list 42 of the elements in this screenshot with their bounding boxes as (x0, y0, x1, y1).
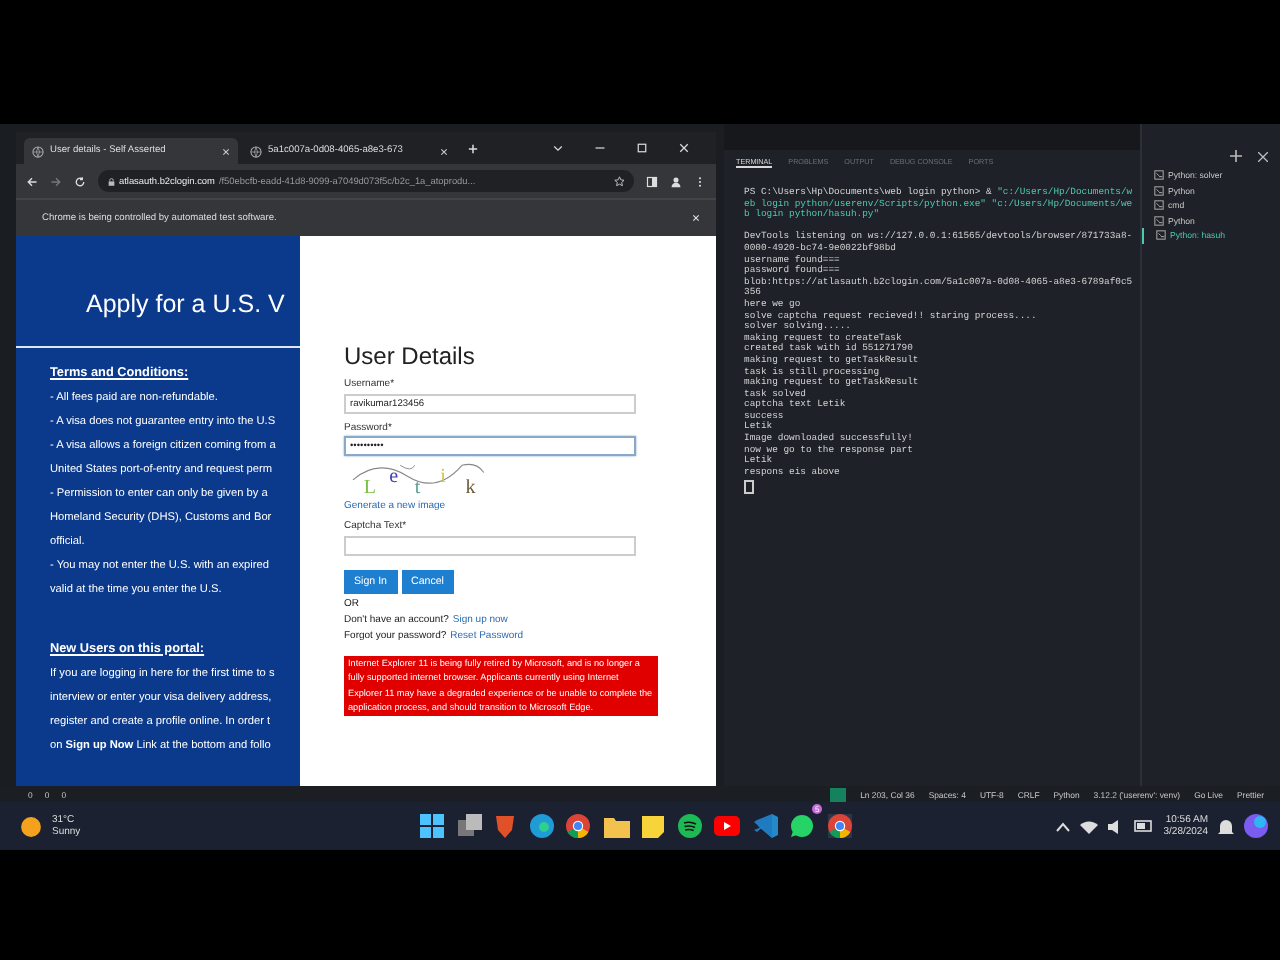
globe-icon (250, 145, 262, 157)
windows-start-icon[interactable] (420, 814, 444, 838)
chat-icon[interactable] (790, 814, 814, 838)
close-icon[interactable] (692, 214, 700, 222)
video-play-icon[interactable] (714, 816, 740, 836)
sidebar-icon[interactable] (646, 175, 658, 187)
chevron-down-icon[interactable] (552, 142, 564, 154)
back-arrow-icon[interactable] (26, 175, 38, 187)
battery-icon[interactable] (1133, 820, 1154, 832)
terminal-icon (1156, 230, 1166, 241)
terminal-icon (1154, 170, 1164, 181)
captcha-image: L e t i k (344, 458, 500, 498)
wifi-icon[interactable] (1079, 819, 1098, 833)
banner-title: Apply for a U.S. V (86, 290, 287, 318)
reload-icon[interactable] (74, 175, 86, 187)
forward-arrow-icon[interactable] (50, 175, 62, 187)
close-icon[interactable] (1258, 151, 1268, 161)
terminal-icon (1154, 200, 1164, 211)
terminal-icon (1154, 215, 1164, 226)
bell-icon[interactable] (1218, 817, 1234, 835)
task-view-icon[interactable] (457, 814, 481, 838)
shield-icon[interactable] (494, 814, 516, 838)
terminal-icon (1154, 185, 1164, 196)
cursor-icon (744, 480, 754, 495)
dialog-title: User Details (344, 342, 475, 370)
note-icon[interactable] (642, 815, 664, 837)
speaker-icon[interactable] (1107, 819, 1124, 833)
close-icon[interactable] (440, 147, 448, 155)
folder-icon[interactable] (603, 815, 629, 837)
new-tab-icon[interactable] (468, 143, 478, 153)
chevron-up-icon[interactable] (1055, 821, 1070, 831)
sun-icon[interactable] (20, 815, 42, 837)
status-icon[interactable] (830, 787, 847, 801)
code-editor-icon[interactable] (753, 814, 777, 838)
captcha-field[interactable] (344, 535, 636, 555)
close-icon[interactable] (678, 142, 690, 154)
profile-icon[interactable] (670, 175, 682, 187)
maximize-icon[interactable] (636, 142, 648, 154)
minimize-icon[interactable] (594, 142, 606, 154)
plus-icon[interactable] (1230, 150, 1242, 162)
close-icon[interactable] (222, 147, 230, 155)
globe-icon (32, 145, 44, 157)
